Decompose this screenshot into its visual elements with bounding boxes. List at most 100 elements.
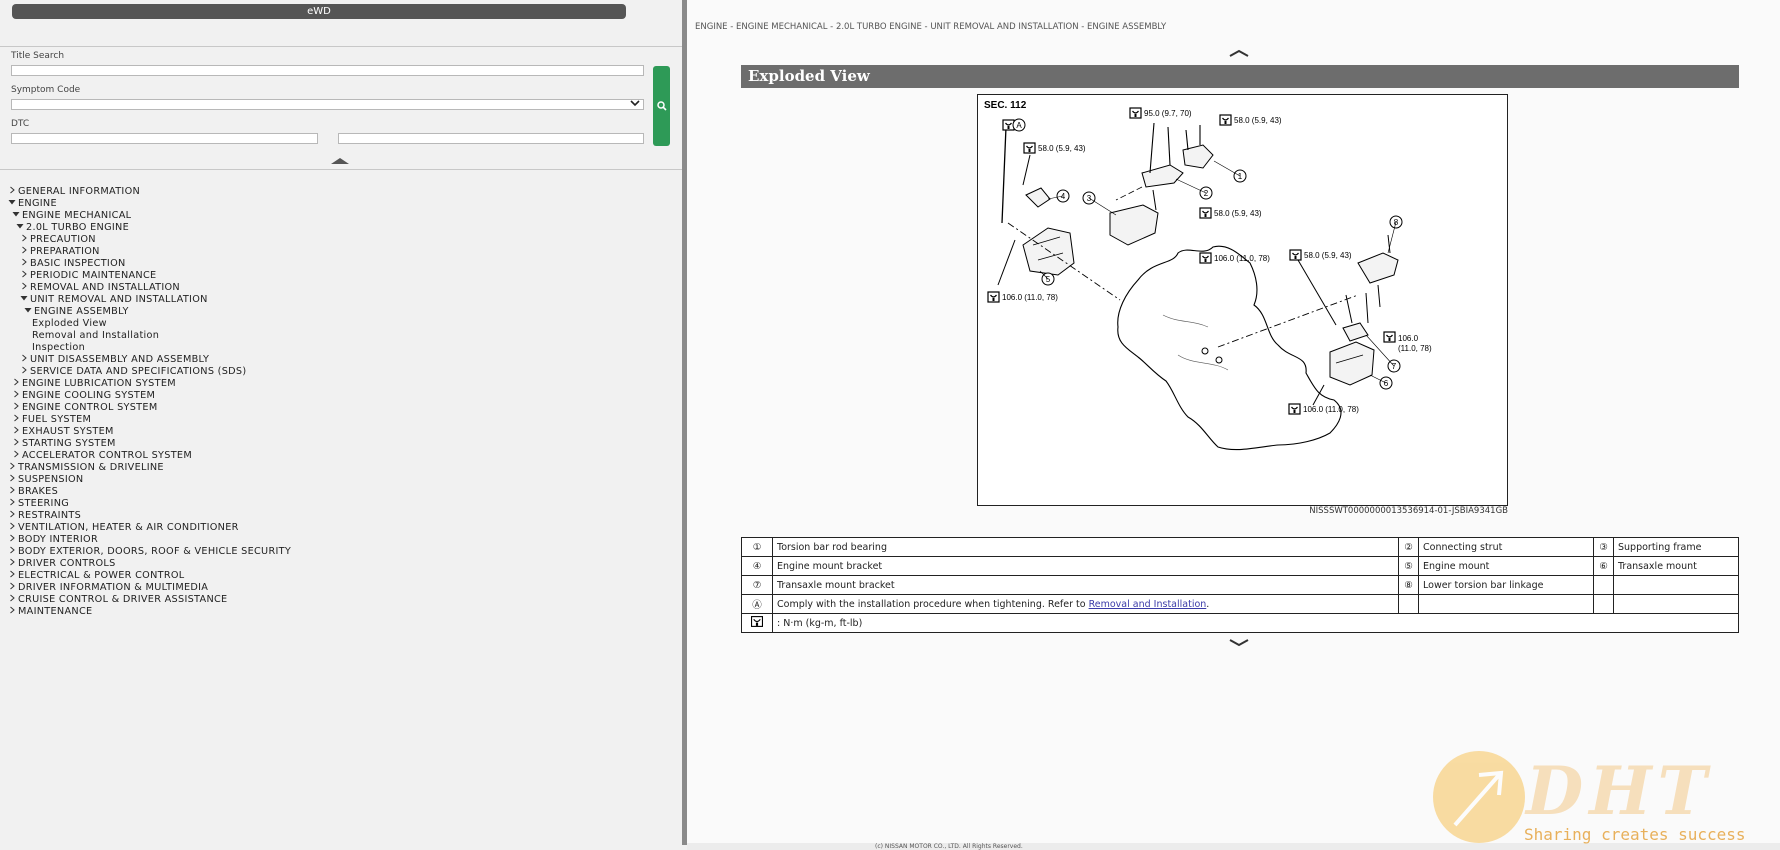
chevron-right-icon[interactable] (8, 606, 18, 618)
scroll-up-icon[interactable] (1228, 49, 1250, 58)
chevron-right-icon[interactable] (8, 594, 18, 606)
scroll-down-icon[interactable] (1228, 638, 1250, 647)
svg-text:8: 8 (1394, 218, 1399, 227)
chevron-right-icon[interactable] (12, 390, 22, 402)
title-search-input[interactable] (11, 65, 644, 76)
tree-node-label: REMOVAL AND INSTALLATION (30, 282, 180, 293)
chevron-right-icon[interactable] (12, 438, 22, 450)
removal-installation-link[interactable]: Removal and Installation (1089, 599, 1207, 610)
tree-node[interactable]: Inspection (8, 342, 291, 354)
left-panel: eWD Title Search Symptom Code DTC GENERA… (0, 0, 682, 850)
engine-mount-left (1022, 227, 1075, 276)
section-label: SEC. 112 (984, 100, 1027, 111)
chevron-right-icon[interactable] (12, 426, 22, 438)
connecting-strut (1141, 164, 1184, 188)
tree-node[interactable]: VENTILATION, HEATER & AIR CONDITIONER (8, 522, 291, 534)
legend-num: ⑥ (1593, 556, 1614, 576)
tree-node[interactable]: UNIT REMOVAL AND INSTALLATION (8, 294, 291, 306)
tree-node[interactable]: PREPARATION (8, 246, 291, 258)
chevron-right-icon[interactable] (12, 378, 22, 390)
tree-node[interactable]: ACCELERATOR CONTROL SYSTEM (8, 450, 291, 462)
search-button[interactable] (653, 66, 670, 146)
tree-node[interactable]: ENGINE ASSEMBLY (8, 306, 291, 318)
tree-node[interactable]: STEERING (8, 498, 291, 510)
chevron-right-icon[interactable] (8, 474, 18, 486)
chevron-right-icon[interactable] (8, 498, 18, 510)
chevron-right-icon[interactable] (20, 366, 30, 378)
tree-node[interactable]: Exploded View (8, 318, 291, 330)
caret-down-icon[interactable] (20, 294, 30, 306)
tree-node[interactable]: PRECAUTION (8, 234, 291, 246)
tree-node[interactable]: DRIVER CONTROLS (8, 558, 291, 570)
tree-node-label: ENGINE COOLING SYSTEM (22, 390, 156, 401)
tree-node-label: Inspection (32, 342, 86, 353)
symptom-code-select[interactable] (11, 99, 644, 110)
chevron-right-icon[interactable] (8, 558, 18, 570)
tree-node[interactable]: ENGINE LUBRICATION SYSTEM (8, 378, 291, 390)
tree-node[interactable]: ENGINE CONTROL SYSTEM (8, 402, 291, 414)
tree-node[interactable]: ENGINE (8, 198, 291, 210)
chevron-right-icon[interactable] (8, 510, 18, 522)
ewd-button[interactable]: eWD (12, 4, 626, 19)
chevron-right-icon[interactable] (8, 570, 18, 582)
collapse-search-icon[interactable] (330, 157, 350, 166)
tree-node[interactable]: STARTING SYSTEM (8, 438, 291, 450)
tree-node[interactable]: EXHAUST SYSTEM (8, 426, 291, 438)
figure-id: NISSSWT0000000013536914-01-JSBIA9341GB (1309, 506, 1508, 516)
tree-node[interactable]: DRIVER INFORMATION & MULTIMEDIA (8, 582, 291, 594)
chevron-right-icon[interactable] (20, 282, 30, 294)
chevron-right-icon[interactable] (8, 546, 18, 558)
legend-text: Supporting frame (1613, 537, 1739, 557)
tree-node[interactable]: BODY INTERIOR (8, 534, 291, 546)
tree-node[interactable]: MAINTENANCE (8, 606, 291, 618)
chevron-right-icon[interactable] (8, 186, 18, 198)
caret-down-icon[interactable] (12, 210, 22, 222)
chevron-right-icon[interactable] (20, 258, 30, 270)
tree-node[interactable]: CRUISE CONTROL & DRIVER ASSISTANCE (8, 594, 291, 606)
tree-node[interactable]: BASIC INSPECTION (8, 258, 291, 270)
torque-icon (751, 616, 763, 627)
chevron-right-icon[interactable] (20, 246, 30, 258)
tree-node-label: ELECTRICAL & POWER CONTROL (18, 570, 185, 581)
tree-node[interactable]: SUSPENSION (8, 474, 291, 486)
legend-text: Transaxle mount (1613, 556, 1739, 576)
svg-text:7: 7 (1392, 362, 1397, 371)
dtc-input-2[interactable] (338, 133, 644, 144)
chevron-right-icon[interactable] (8, 582, 18, 594)
chevron-right-icon[interactable] (20, 234, 30, 246)
chevron-right-icon[interactable] (20, 270, 30, 282)
chevron-right-icon[interactable] (8, 462, 18, 474)
tree-node[interactable]: ELECTRICAL & POWER CONTROL (8, 570, 291, 582)
chevron-right-icon[interactable] (20, 354, 30, 366)
chevron-right-icon[interactable] (8, 534, 18, 546)
tree-node[interactable]: BRAKES (8, 486, 291, 498)
torque-symbol-cell (741, 613, 773, 633)
legend-num: ③ (1593, 537, 1614, 557)
chevron-right-icon[interactable] (12, 414, 22, 426)
tree-node-label: STARTING SYSTEM (22, 438, 116, 449)
tree-node[interactable]: UNIT DISASSEMBLY AND ASSEMBLY (8, 354, 291, 366)
caret-down-icon[interactable] (8, 198, 18, 210)
tree-node[interactable]: SERVICE DATA AND SPECIFICATIONS (SDS) (8, 366, 291, 378)
chevron-right-icon[interactable] (8, 486, 18, 498)
caret-down-icon[interactable] (16, 222, 26, 234)
chevron-right-icon[interactable] (8, 522, 18, 534)
dtc-input-1[interactable] (11, 133, 318, 144)
footer: (c) NISSAN MOTOR CO., LTD. All Rights Re… (687, 843, 1780, 850)
tree-node[interactable]: PERIODIC MAINTENANCE (8, 270, 291, 282)
tree-node[interactable]: TRANSMISSION & DRIVELINE (8, 462, 291, 474)
tree-node[interactable]: RESTRAINTS (8, 510, 291, 522)
chevron-right-icon[interactable] (12, 450, 22, 462)
caret-down-icon[interactable] (24, 306, 34, 318)
tree-node[interactable]: 2.0L TURBO ENGINE (8, 222, 291, 234)
tree-node-label: UNIT REMOVAL AND INSTALLATION (30, 294, 208, 305)
tree-node[interactable]: ENGINE MECHANICAL (8, 210, 291, 222)
tree-node[interactable]: ENGINE COOLING SYSTEM (8, 390, 291, 402)
tree-node[interactable]: REMOVAL AND INSTALLATION (8, 282, 291, 294)
tree-node[interactable]: FUEL SYSTEM (8, 414, 291, 426)
tree-node[interactable]: GENERAL INFORMATION (8, 186, 291, 198)
tree-node[interactable]: BODY EXTERIOR, DOORS, ROOF & VEHICLE SEC… (8, 546, 291, 558)
chevron-right-icon[interactable] (12, 402, 22, 414)
legend-num: ⑤ (1398, 556, 1419, 576)
tree-node[interactable]: Removal and Installation (8, 330, 291, 342)
